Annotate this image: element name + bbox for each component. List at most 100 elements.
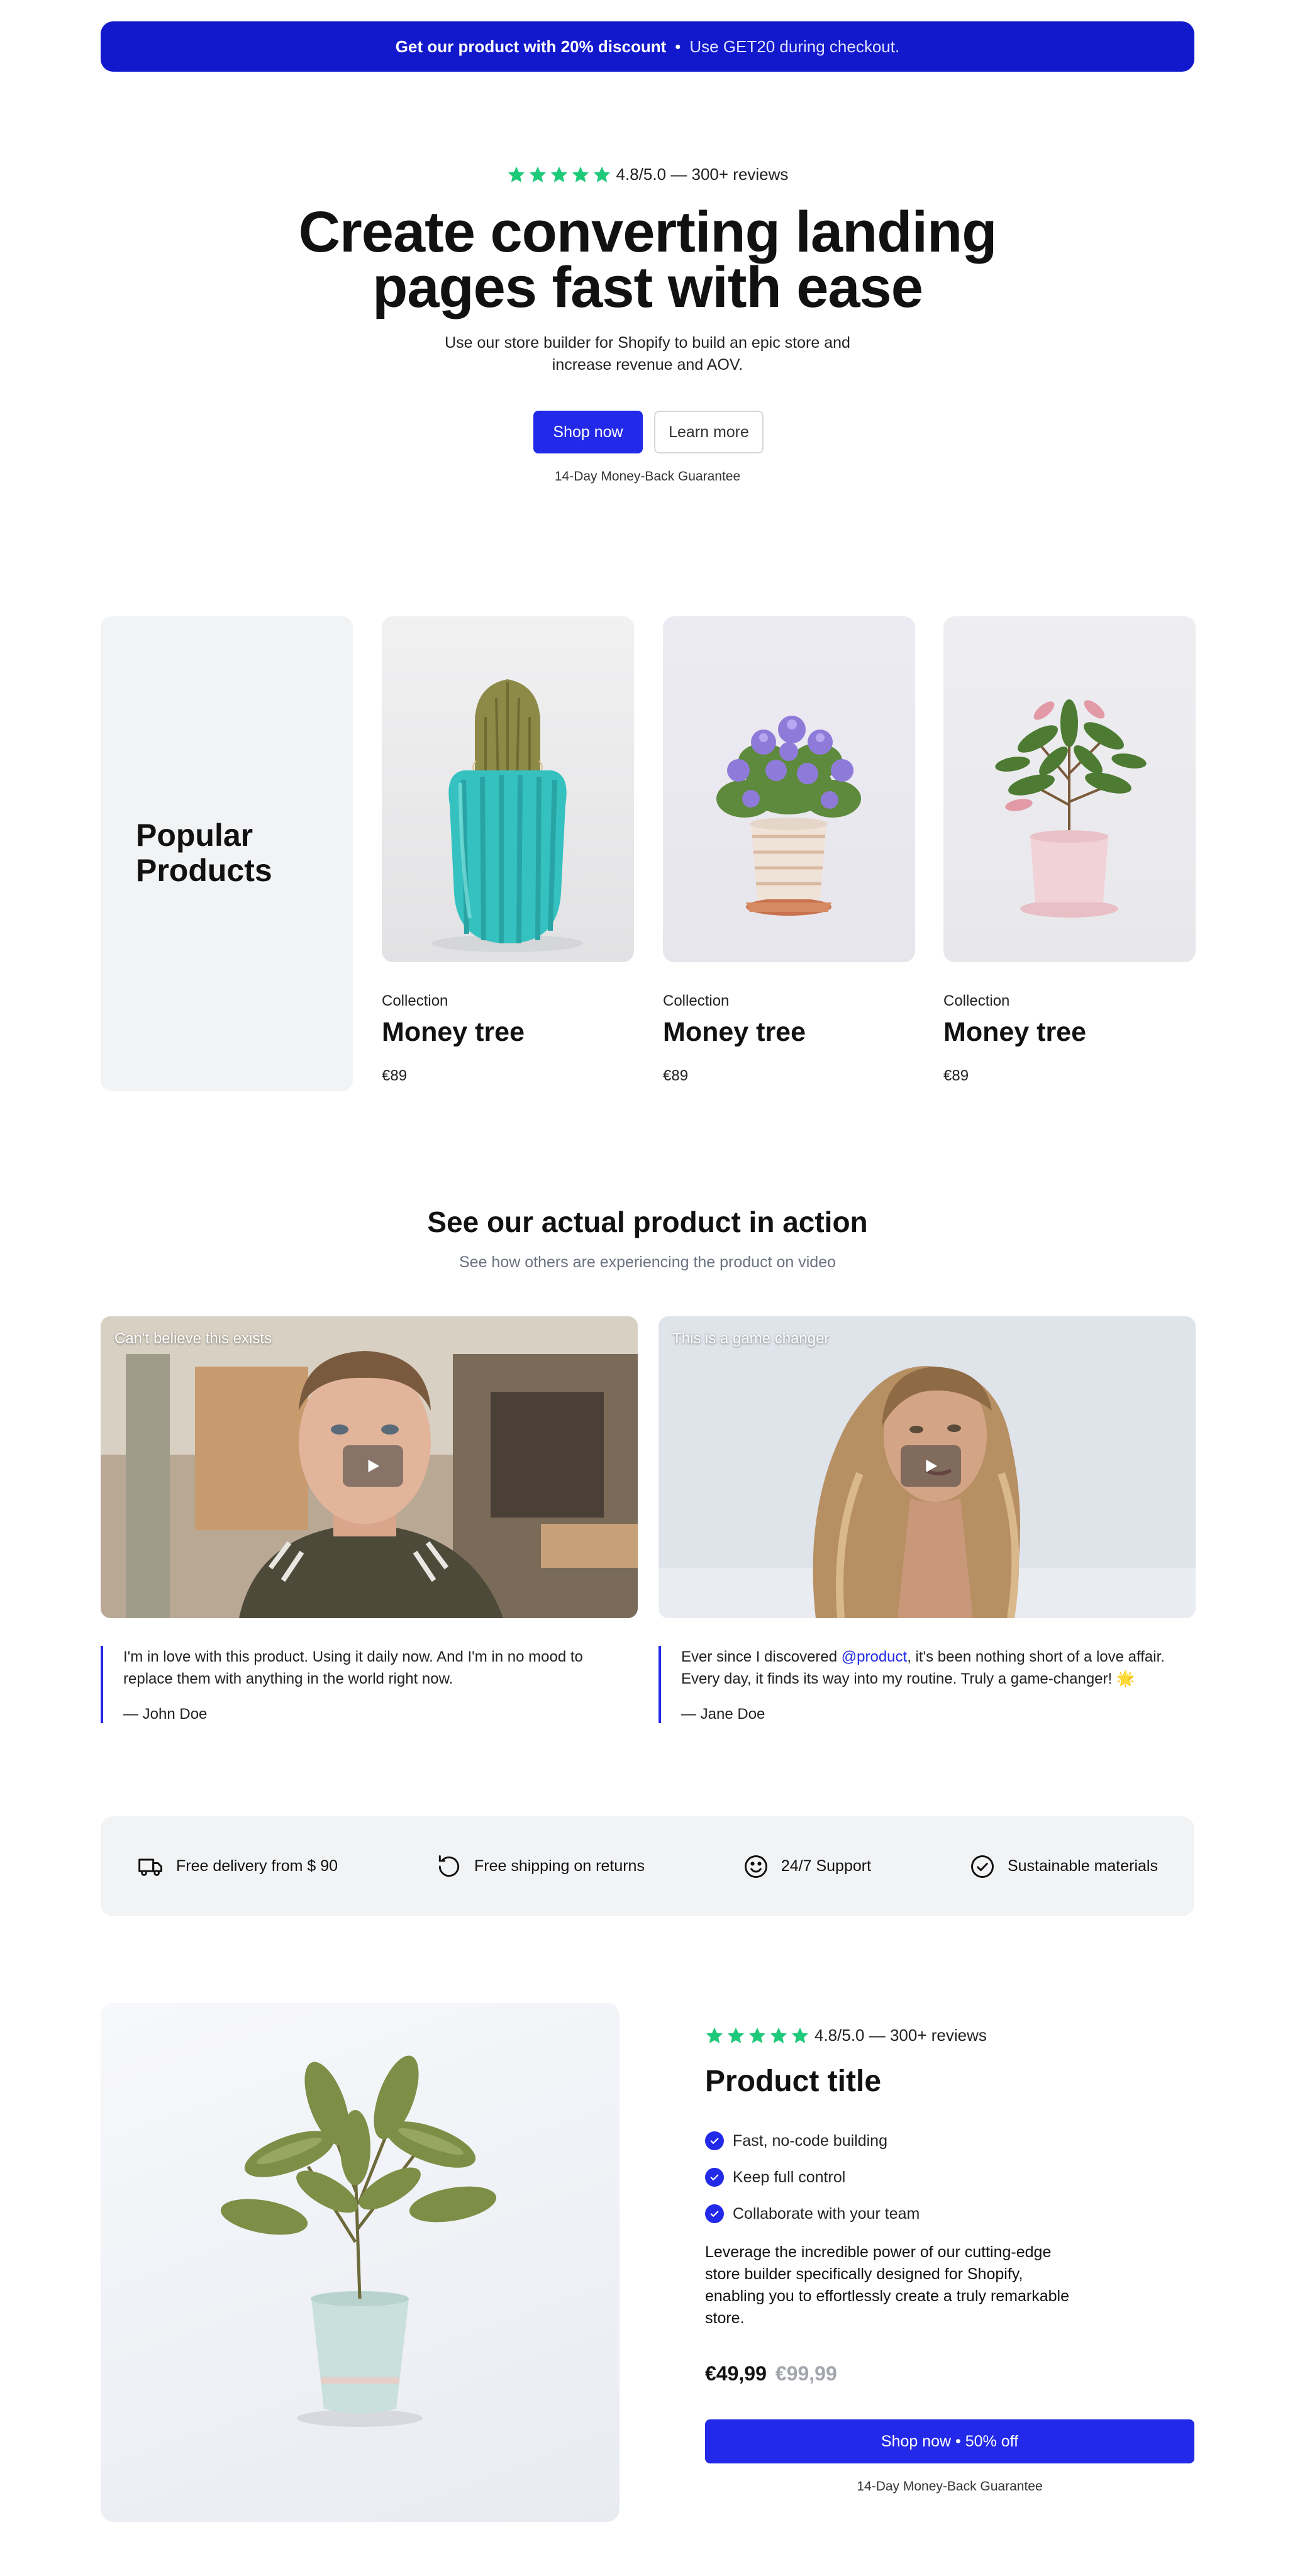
learn-more-button[interactable]: Learn more xyxy=(654,411,764,453)
testimonial-jane: Ever since I discovered @product, it's b… xyxy=(659,1646,1196,1723)
popular-products-title: Popular Products xyxy=(136,818,272,888)
product-rating-text: 4.8/5.0 — 300+ reviews xyxy=(814,2026,987,2045)
testimonial-line: I'm in love with this product. Using it … xyxy=(123,1648,583,1665)
testimonial-line: replace them with anything in the world … xyxy=(123,1670,453,1687)
star-icon xyxy=(529,166,546,182)
play-button[interactable] xyxy=(343,1445,403,1487)
star-icon xyxy=(706,2027,723,2043)
leafy-plant-in-pink-pot xyxy=(995,699,1147,918)
star-icon xyxy=(791,2027,809,2043)
checkmark-icon xyxy=(705,2204,724,2223)
announcement-separator: • xyxy=(675,36,681,56)
shop-now-discount-button[interactable]: Shop now • 50% off xyxy=(705,2419,1194,2463)
video-caption: Can't believe this exists xyxy=(114,1330,272,1347)
testimonial-text-pre: Ever since I discovered xyxy=(681,1648,842,1665)
feature-label: Sustainable materials xyxy=(1007,1857,1158,1875)
hero-rating-text: 4.8/5.0 — 300+ reviews xyxy=(616,165,789,184)
video-card-john[interactable]: Can't believe this exists xyxy=(101,1316,638,1618)
compare-price: €99,99 xyxy=(775,2362,837,2385)
benefit-item: Collaborate with your team xyxy=(705,2196,920,2232)
announcement-bar: Get our product with 20% discount • Use … xyxy=(101,21,1194,72)
testimonial-john: I'm in love with this product. Using it … xyxy=(101,1646,638,1723)
sale-price: €49,99 xyxy=(705,2362,767,2385)
leafy-plant-in-mint-pot xyxy=(220,2055,497,2427)
product-image-cactus[interactable] xyxy=(382,616,634,962)
product-detail-image[interactable] xyxy=(101,2003,620,2522)
product-name[interactable]: Money tree xyxy=(663,1017,806,1048)
return-arrow-icon xyxy=(438,1855,460,1877)
feature-label: Free shipping on returns xyxy=(474,1857,645,1875)
check-circle-icon xyxy=(971,1855,994,1878)
star-icon xyxy=(748,2027,766,2043)
testimonial-text: I'm in love with this product. Using it … xyxy=(123,1646,638,1690)
purple-flowers-in-white-pot xyxy=(716,716,861,916)
product-collection: Collection xyxy=(382,992,448,1009)
hero-guarantee: 14-Day Money-Back Guarantee xyxy=(554,469,741,484)
star-icon xyxy=(770,2027,787,2043)
benefit-label: Keep full control xyxy=(733,2168,846,2186)
description-line: store. xyxy=(705,2309,745,2327)
star-icon xyxy=(593,166,610,182)
feature-label: 24/7 Support xyxy=(781,1857,872,1875)
features-bar: Free delivery from $ 90 Free shipping on… xyxy=(101,1816,1194,1916)
product-mention-link[interactable]: @product xyxy=(842,1648,907,1665)
play-button[interactable] xyxy=(901,1445,961,1487)
price-row: €49,99 €99,99 xyxy=(705,2362,837,2385)
star-rating xyxy=(507,165,611,184)
announcement-text: Use GET20 during checkout. xyxy=(689,36,900,56)
checkmark-icon xyxy=(705,2131,724,2150)
description-line: store builder specifically designed for … xyxy=(705,2265,1023,2283)
feature-sustainable: Sustainable materials xyxy=(969,1853,1158,1880)
testimonial-text-post: , it's been nothing short of a love affa… xyxy=(907,1648,1165,1665)
product-price: €89 xyxy=(663,1067,689,1084)
star-icon xyxy=(572,166,589,182)
description-line: enabling you to effortlessly create a tr… xyxy=(705,2287,1070,2305)
announcement-bold-text: Get our product with 20% discount xyxy=(395,36,667,56)
product-name[interactable]: Money tree xyxy=(943,1017,1086,1048)
star-icon xyxy=(508,166,525,182)
video-section-subtitle: See how others are experiencing the prod… xyxy=(459,1253,836,1271)
hero-title: Create converting landing pages fast wit… xyxy=(0,203,1295,316)
video-card-jane[interactable]: This is a game changer xyxy=(659,1316,1196,1618)
feature-label: Free delivery from $ 90 xyxy=(176,1857,338,1875)
benefit-list: Fast, no-code building Keep full control… xyxy=(705,2123,920,2232)
product-rating: 4.8/5.0 — 300+ reviews xyxy=(705,2026,987,2045)
popular-title-line: Products xyxy=(136,853,272,888)
feature-support: 24/7 Support xyxy=(742,1853,871,1880)
smile-icon xyxy=(744,1855,767,1878)
benefit-item: Keep full control xyxy=(705,2159,920,2196)
play-icon xyxy=(926,1460,937,1472)
benefit-label: Collaborate with your team xyxy=(733,2204,920,2223)
hero-rating: 4.8/5.0 — 300+ reviews xyxy=(0,165,1295,184)
play-icon xyxy=(368,1460,379,1472)
benefit-item: Fast, no-code building xyxy=(705,2123,920,2159)
product-guarantee: 14-Day Money-Back Guarantee xyxy=(857,2479,1043,2494)
hero-subtitle-line: Use our store builder for Shopify to bui… xyxy=(445,334,850,352)
star-icon xyxy=(550,166,567,182)
hero-subtitle: Use our store builder for Shopify to bui… xyxy=(0,332,1295,376)
product-name[interactable]: Money tree xyxy=(382,1017,525,1048)
product-image-flowers[interactable] xyxy=(663,616,915,962)
testimonial-text: Ever since I discovered @product, it's b… xyxy=(681,1646,1196,1690)
description-line: Leverage the incredible power of our cut… xyxy=(705,2243,1052,2261)
video-caption: This is a game changer xyxy=(672,1330,830,1347)
checkmark-icon xyxy=(705,2168,724,2187)
product-title: Product title xyxy=(705,2065,882,2098)
hero-subtitle-line: increase revenue and AOV. xyxy=(552,356,743,374)
feature-free-delivery: Free delivery from $ 90 xyxy=(137,1853,338,1880)
product-image-leafy[interactable] xyxy=(943,616,1196,962)
product-price: €89 xyxy=(382,1067,408,1084)
star-icon xyxy=(727,2027,745,2043)
truck-icon xyxy=(138,1858,162,1876)
testimonial-author: — John Doe xyxy=(123,1706,208,1723)
hero-title-line: Create converting landing xyxy=(298,200,998,264)
shop-now-button[interactable]: Shop now xyxy=(533,411,643,453)
video-section-title: See our actual product in action xyxy=(427,1206,868,1238)
product-collection: Collection xyxy=(663,992,730,1009)
hero-title-line: pages fast with ease xyxy=(372,255,923,319)
feature-free-returns: Free shipping on returns xyxy=(435,1853,645,1880)
product-collection: Collection xyxy=(943,992,1010,1009)
product-description: Leverage the incredible power of our cut… xyxy=(705,2241,1095,2329)
cactus-in-teal-pot xyxy=(432,679,583,952)
product-price: €89 xyxy=(943,1067,969,1084)
